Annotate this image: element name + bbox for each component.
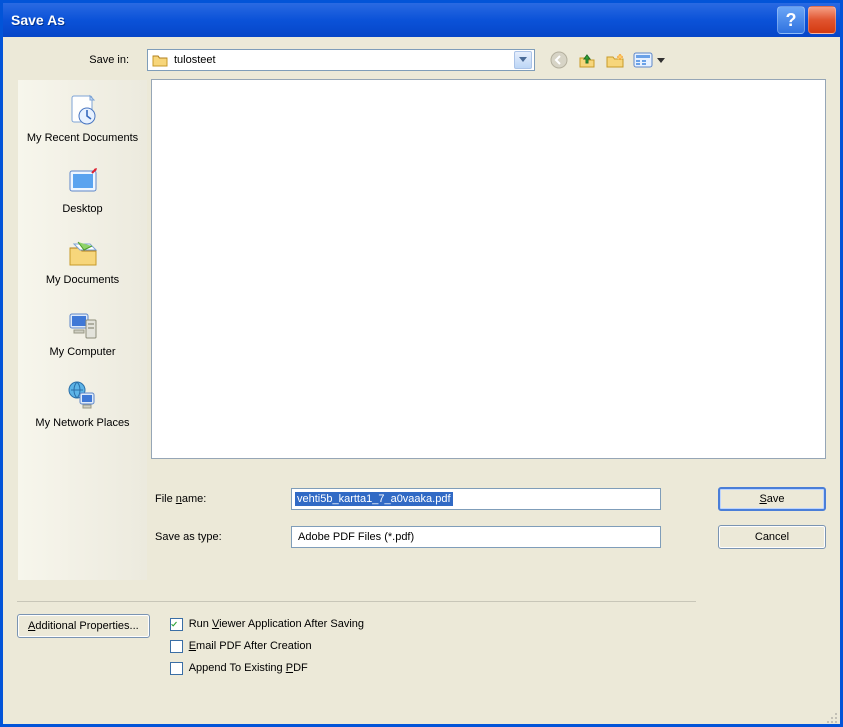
save-as-dialog: Save As ? Save in: tulosteet: [0, 0, 843, 727]
check-label: Email PDF After Creation: [189, 640, 312, 652]
bottom-area: Additional Properties... Run Viewer Appl…: [17, 601, 696, 680]
save-in-row: Save in: tulosteet: [47, 49, 826, 71]
file-name-value: vehti5b_kartta1_7_a0vaaka.pdf: [295, 492, 453, 506]
up-one-level-button[interactable]: [577, 50, 597, 70]
close-button[interactable]: [808, 6, 836, 34]
save-as-type-label: Save as type:: [151, 531, 291, 543]
help-button[interactable]: ?: [777, 6, 805, 34]
file-name-label: File name:: [151, 493, 291, 505]
help-icon: ?: [786, 10, 797, 31]
save-as-type-combo[interactable]: Adobe PDF Files (*.pdf): [291, 526, 661, 548]
options-checks: Run Viewer Application After Saving Emai…: [170, 614, 364, 680]
toolbar: [549, 50, 667, 70]
sidebar-item-mydocs[interactable]: My Documents: [23, 228, 143, 299]
shortcut-label: Desktop: [62, 203, 102, 216]
shortcut-label: My Network Places: [35, 417, 129, 430]
shortcut-bar: My Recent Documents Desktop My Documents: [17, 79, 147, 581]
file-pane: File name: vehti5b_kartta1_7_a0vaaka.pdf…: [151, 79, 826, 581]
recent-documents-icon: [64, 92, 102, 130]
sidebar-item-mycomputer[interactable]: My Computer: [23, 300, 143, 371]
additional-properties-button[interactable]: Additional Properties...: [17, 614, 150, 638]
dialog-body: Save in: tulosteet: [3, 37, 840, 724]
my-documents-icon: [64, 234, 102, 272]
fields: File name: vehti5b_kartta1_7_a0vaaka.pdf…: [151, 487, 826, 549]
save-in-value: tulosteet: [172, 54, 514, 66]
cancel-button[interactable]: Cancel: [718, 525, 826, 549]
views-button[interactable]: [633, 50, 667, 70]
folder-icon: [152, 53, 168, 67]
save-button[interactable]: Save: [718, 487, 826, 511]
check-run-viewer[interactable]: Run Viewer Application After Saving: [170, 614, 364, 634]
sidebar-item-recent[interactable]: My Recent Documents: [23, 86, 143, 157]
checkbox-icon: [170, 640, 183, 653]
check-label: Append To Existing PDF: [189, 662, 308, 674]
chevron-down-icon[interactable]: [514, 51, 532, 69]
save-as-type-value: Adobe PDF Files (*.pdf): [294, 531, 658, 543]
check-append-pdf[interactable]: Append To Existing PDF: [170, 658, 364, 678]
desktop-icon: [64, 163, 102, 201]
save-in-label: Save in:: [47, 54, 147, 66]
shortcut-label: My Computer: [49, 346, 115, 359]
save-in-combo[interactable]: tulosteet: [147, 49, 535, 71]
check-label: Run Viewer Application After Saving: [189, 618, 364, 630]
check-email-pdf[interactable]: Email PDF After Creation: [170, 636, 364, 656]
network-places-icon: [64, 377, 102, 415]
back-button[interactable]: [549, 50, 569, 70]
sidebar-item-desktop[interactable]: Desktop: [23, 157, 143, 228]
titlebar: Save As ?: [3, 3, 840, 37]
shortcut-label: My Documents: [46, 274, 119, 287]
shortcut-label: My Recent Documents: [27, 132, 138, 145]
checkbox-icon: [170, 662, 183, 675]
file-list[interactable]: [151, 79, 826, 459]
create-new-folder-button[interactable]: [605, 50, 625, 70]
main-row: My Recent Documents Desktop My Documents: [17, 79, 826, 581]
my-computer-icon: [64, 306, 102, 344]
file-name-input[interactable]: vehti5b_kartta1_7_a0vaaka.pdf: [291, 488, 661, 510]
sidebar-item-network[interactable]: My Network Places: [23, 371, 143, 442]
window-title: Save As: [11, 12, 774, 28]
resize-grip[interactable]: [822, 708, 838, 724]
checkbox-icon: [170, 618, 183, 631]
